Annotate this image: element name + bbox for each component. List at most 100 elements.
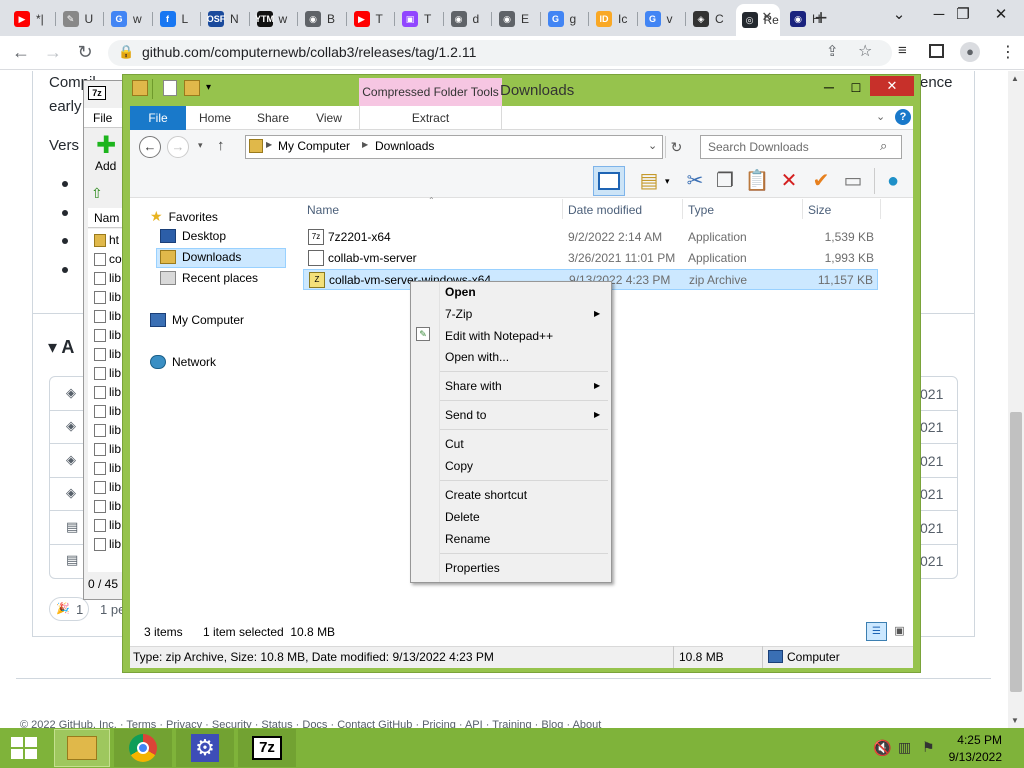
sevenzip-file-row[interactable]: lib (94, 442, 121, 456)
sevenzip-file-row[interactable]: lib (94, 290, 121, 304)
nav-desktop[interactable]: Desktop (160, 229, 226, 243)
copy-icon[interactable]: ❐ (712, 168, 738, 194)
sevenzip-file-row[interactable]: lib (94, 328, 121, 342)
volume-muted-icon[interactable]: 🔇 (873, 739, 892, 757)
browser-tab[interactable]: YTM w (251, 6, 297, 32)
browser-tab[interactable]: ◉ B (299, 6, 345, 32)
sevenzip-file-row[interactable]: lib (94, 366, 121, 380)
taskbar-chrome[interactable] (114, 729, 172, 767)
ribbon-tab-view[interactable]: View (308, 106, 350, 130)
ribbon-tab-file[interactable]: File (130, 106, 186, 130)
explorer-maximize-button[interactable]: ☐ (843, 80, 869, 96)
sevenzip-file-row[interactable]: lib (94, 480, 121, 494)
reload-button[interactable]: ↻ (72, 39, 98, 65)
col-separator[interactable] (682, 199, 683, 219)
command-dropdown-icon[interactable]: ▾ (665, 176, 670, 187)
ribbon-tab-share[interactable]: Share (250, 106, 296, 130)
browser-tab[interactable]: OSF N (202, 6, 248, 32)
refresh-icon[interactable]: ↻ (665, 136, 687, 158)
col-separator[interactable] (880, 199, 881, 219)
bookmark-star-icon[interactable]: ☆ (858, 41, 872, 61)
col-type[interactable]: Type (688, 203, 714, 217)
scroll-up-arrow-icon[interactable]: ▲ (1011, 74, 1019, 83)
new-tab-button[interactable]: + (808, 5, 834, 31)
folder-icon[interactable] (132, 80, 148, 96)
rename-check-icon[interactable]: ✔ (808, 168, 834, 194)
menu-open-with[interactable]: Open with... (445, 350, 509, 364)
menu-delete[interactable]: Delete (445, 510, 480, 524)
browser-tab[interactable]: fL (154, 6, 200, 32)
add-plus-icon[interactable]: ✚ (96, 134, 116, 158)
profile-avatar[interactable]: ● (960, 42, 980, 62)
nav-network[interactable]: Network (150, 355, 216, 369)
new-folder-icon[interactable] (184, 80, 200, 96)
explorer-back-button[interactable]: ← (139, 136, 161, 158)
file-row[interactable]: collab-vm-server 3/26/2021 11:01 PM Appl… (303, 248, 878, 269)
recent-locations-icon[interactable]: ▾ (198, 140, 203, 151)
new-item-icon[interactable]: ▭ (840, 168, 866, 194)
menu-edit-notepad[interactable]: Edit with Notepad++ (445, 329, 553, 343)
menu-create-shortcut[interactable]: Create shortcut (445, 488, 527, 502)
media-controls-icon[interactable]: ≡ (898, 42, 907, 59)
col-name[interactable]: Name (307, 203, 339, 217)
forward-button[interactable]: → (40, 39, 66, 65)
sevenzip-file-menu[interactable]: File (93, 111, 112, 125)
start-button[interactable] (0, 729, 48, 767)
browser-tab[interactable]: ▶ T (348, 6, 394, 32)
large-icons-view-button[interactable]: ▣ (889, 622, 910, 641)
taskbar-file-explorer[interactable] (54, 729, 110, 767)
col-date-modified[interactable]: Date modified (568, 203, 642, 217)
explorer-forward-button[interactable]: → (167, 136, 189, 158)
browser-tab[interactable]: ◉ d (445, 6, 491, 32)
browser-tab[interactable]: ID Ic (590, 6, 636, 32)
sevenzip-file-row[interactable]: lib (94, 347, 121, 361)
properties-folder-icon[interactable]: ▤ (636, 168, 662, 194)
cut-icon[interactable]: ✂ (682, 168, 708, 194)
up-arrow-icon[interactable]: ↑ (217, 137, 225, 154)
explorer-close-button[interactable]: ✕ (870, 76, 914, 96)
file-row[interactable]: 7z 7z2201-x64 9/2/2022 2:14 AM Applicati… (303, 227, 878, 248)
browser-tab[interactable]: ◎ Re (735, 4, 780, 36)
nav-downloads[interactable]: Downloads (160, 250, 241, 264)
sevenzip-file-row[interactable]: co (94, 252, 122, 266)
ribbon-expand-chevron-icon[interactable]: ⌄ (876, 110, 885, 123)
up-folder-icon[interactable]: ⇧ (91, 185, 103, 202)
breadcrumb-chevron-icon[interactable]: ▶ (266, 140, 272, 149)
sevenzip-file-row[interactable]: lib (94, 518, 121, 532)
nav-favorites[interactable]: ★ Favorites (150, 208, 218, 225)
page-scrollbar-thumb[interactable] (1010, 412, 1022, 692)
menu-copy[interactable]: Copy (445, 459, 473, 473)
menu-open[interactable]: Open (445, 285, 476, 299)
delete-icon[interactable]: ✕ (776, 168, 802, 194)
sevenzip-file-row[interactable]: lib (94, 404, 121, 418)
sevenzip-file-row[interactable]: lib (94, 499, 121, 513)
col-separator[interactable] (562, 199, 563, 219)
ribbon-tab-home[interactable]: Home (192, 106, 238, 130)
reaction-button[interactable]: 🎉 1 (49, 597, 89, 621)
browser-tab[interactable]: Gg (542, 6, 588, 32)
sevenzip-file-row[interactable]: lib (94, 385, 121, 399)
menu-send-to[interactable]: Send to (445, 408, 486, 422)
browser-tab[interactable]: Gw (105, 6, 151, 32)
sevenzip-file-row[interactable]: lib (94, 423, 121, 437)
assets-toggle[interactable]: ▾ A (48, 337, 74, 358)
browser-tab[interactable]: Gv (639, 6, 685, 32)
sevenzip-file-row[interactable]: lib (94, 309, 121, 323)
address-dropdown-icon[interactable]: ⌄ (648, 139, 657, 152)
sevenzip-file-row[interactable]: ht (94, 233, 119, 247)
breadcrumb-chevron-icon[interactable]: ▶ (362, 140, 368, 149)
sevenzip-file-row[interactable]: lib (94, 537, 121, 551)
properties-icon[interactable] (163, 80, 177, 96)
browser-tab[interactable]: ◉ E (493, 6, 539, 32)
browser-tab[interactable]: ✎ U (57, 6, 103, 32)
nav-my-computer[interactable]: My Computer (150, 313, 244, 327)
breadcrumb-downloads[interactable]: Downloads (375, 139, 434, 153)
menu-share-with[interactable]: Share with (445, 379, 502, 393)
menu-rename[interactable]: Rename (445, 532, 490, 546)
lock-icon[interactable]: 🔒 (118, 44, 134, 60)
clock-date[interactable]: 9/13/2022 (942, 750, 1002, 764)
menu-7zip[interactable]: 7-Zip (445, 307, 472, 321)
browser-tab[interactable]: ◈ C (687, 6, 733, 32)
browser-tab[interactable]: ▶ *| (8, 6, 54, 32)
chrome-menu-icon[interactable]: ⋮ (1000, 42, 1016, 62)
